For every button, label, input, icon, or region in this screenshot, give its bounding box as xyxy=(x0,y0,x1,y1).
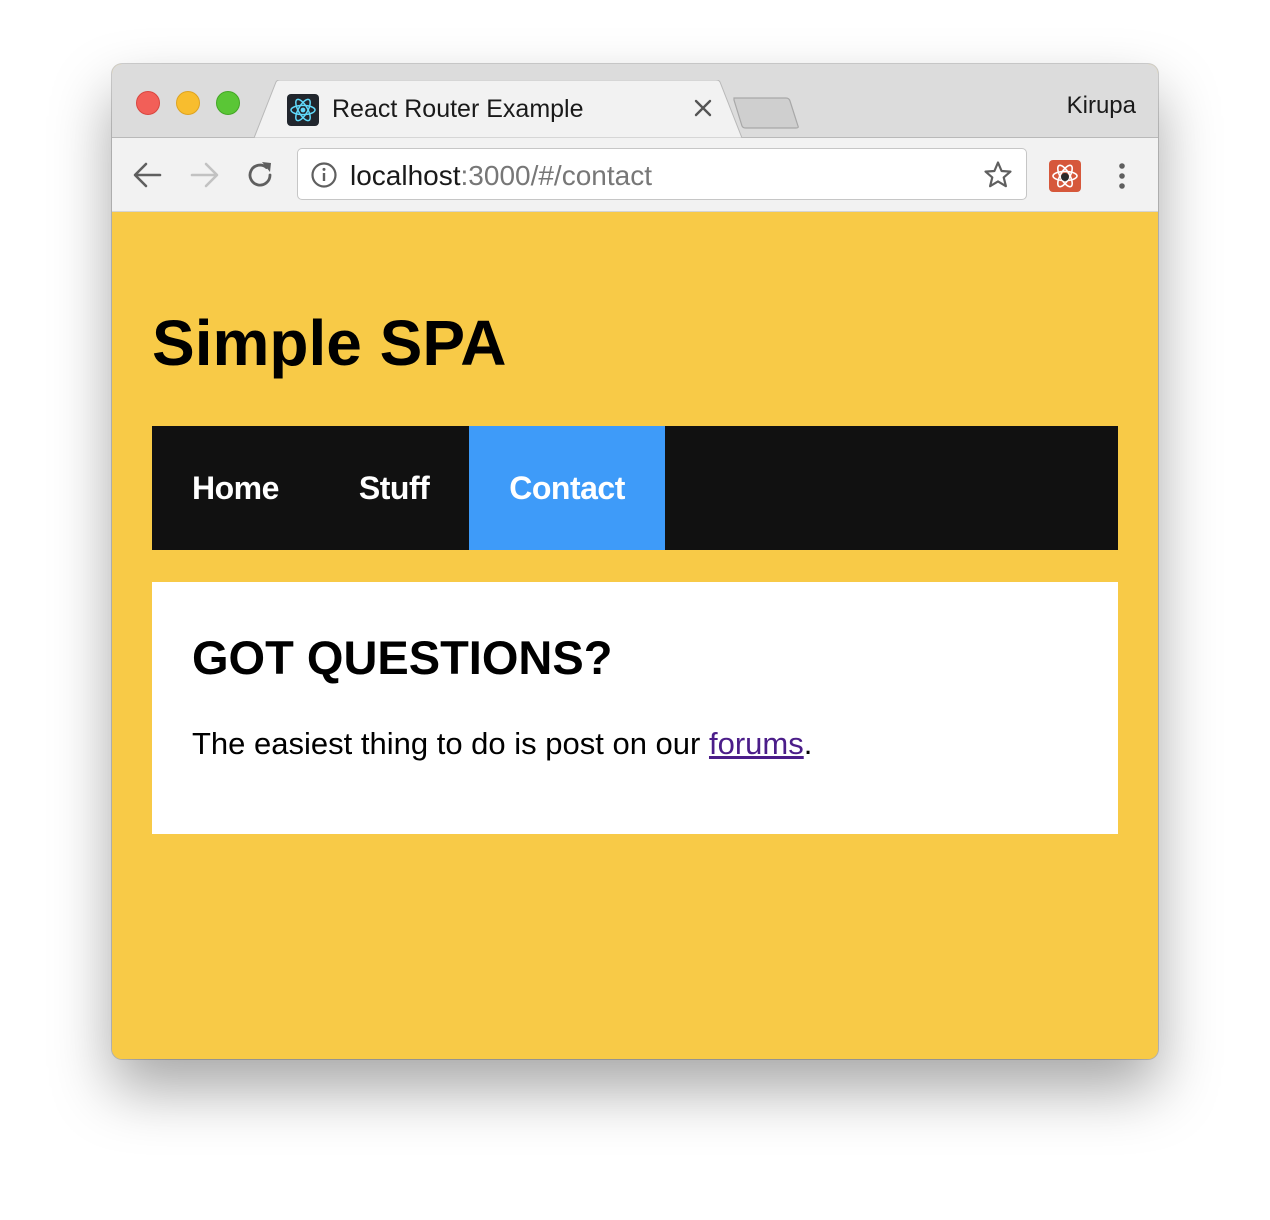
arrow-left-icon[interactable] xyxy=(131,158,165,192)
arrow-right-icon[interactable] xyxy=(187,158,221,192)
nav-item-stuff[interactable]: Stuff xyxy=(319,426,469,550)
url-host: localhost xyxy=(350,160,461,191)
forums-link[interactable]: forums xyxy=(709,726,804,761)
info-icon[interactable] xyxy=(310,161,338,189)
url-text: localhost:3000/#/contact xyxy=(350,160,652,192)
tab-title: React Router Example xyxy=(332,95,584,123)
main-nav: Home Stuff Contact xyxy=(152,426,1118,550)
reload-icon[interactable] xyxy=(243,158,277,192)
star-icon[interactable] xyxy=(982,159,1014,191)
react-logo-icon xyxy=(287,94,319,126)
page-title: Simple SPA xyxy=(152,307,507,379)
browser-window: React Router Example Kirupa localhost:30… xyxy=(112,64,1158,1059)
content-card: GOT QUESTIONS? The easiest thing to do i… xyxy=(152,582,1118,834)
minimize-window-button[interactable] xyxy=(176,91,200,115)
browser-toolbar: localhost:3000/#/contact xyxy=(112,138,1158,212)
tab-strip: React Router Example Kirupa xyxy=(112,64,1158,138)
react-devtools-icon[interactable] xyxy=(1049,160,1081,192)
close-icon[interactable] xyxy=(688,93,718,123)
url-path: :3000/#/contact xyxy=(460,160,652,191)
profile-name[interactable]: Kirupa xyxy=(1067,92,1136,120)
close-window-button[interactable] xyxy=(136,91,160,115)
content-text-before: The easiest thing to do is post on our xyxy=(192,726,709,761)
content-text: The easiest thing to do is post on our f… xyxy=(192,724,812,764)
nav-item-contact[interactable]: Contact xyxy=(469,426,665,550)
content-text-after: . xyxy=(803,726,813,761)
vertical-dots-icon[interactable] xyxy=(1110,159,1134,193)
nav-item-home[interactable]: Home xyxy=(152,426,319,550)
page-viewport: Simple SPA Home Stuff Contact GOT QUESTI… xyxy=(112,212,1158,1059)
content-heading: GOT QUESTIONS? xyxy=(192,631,613,684)
new-tab-button[interactable] xyxy=(732,96,802,135)
address-bar[interactable]: localhost:3000/#/contact xyxy=(297,148,1027,200)
tab-react-router-example[interactable]: React Router Example xyxy=(254,80,744,138)
zoom-window-button[interactable] xyxy=(216,91,240,115)
